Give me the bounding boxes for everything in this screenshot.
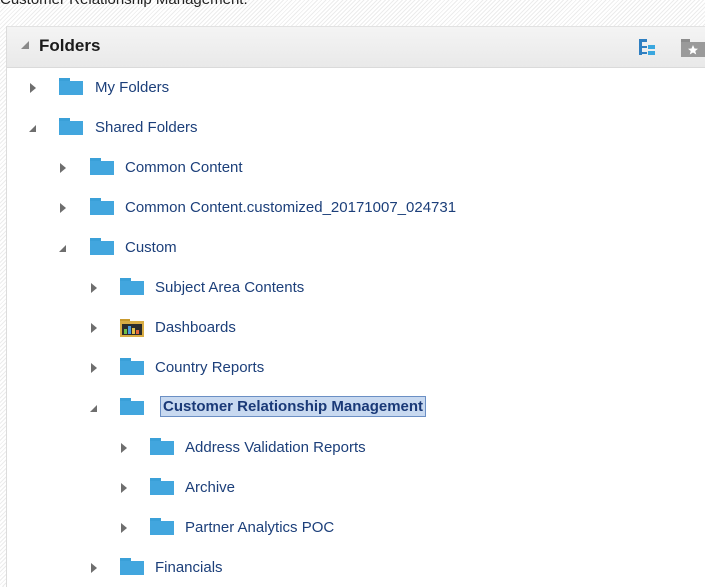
expand-arrow-icon[interactable] (88, 355, 102, 381)
expand-arrow-icon[interactable] (57, 195, 71, 221)
tree-item-label[interactable]: Partner Analytics POC (185, 519, 334, 536)
folder-icon (150, 438, 174, 455)
folders-panel-header: Folders (7, 27, 705, 68)
tree-item-label[interactable]: My Folders (95, 79, 169, 96)
expand-arrow-icon[interactable] (118, 435, 132, 461)
folder-icon (120, 358, 144, 375)
collapse-arrow-icon[interactable] (27, 115, 41, 141)
tree-item-label[interactable]: Financials (155, 559, 223, 576)
folder-icon (150, 518, 174, 535)
collapse-arrow-icon[interactable] (57, 235, 71, 261)
tree-item-label[interactable]: Common Content.customized_20171007_02473… (125, 199, 456, 216)
folder-icon (90, 198, 114, 215)
folders-panel: Folders My Folders Shared Folders Common… (6, 26, 705, 587)
folder-icon (120, 278, 144, 295)
tree-item-label[interactable]: Common Content (125, 159, 243, 176)
expand-arrow-icon[interactable] (88, 315, 102, 341)
folder-icon (120, 558, 144, 575)
tree-item-label[interactable]: Country Reports (155, 359, 264, 376)
expand-arrow-icon[interactable] (57, 155, 71, 181)
collapse-arrow-icon[interactable] (88, 395, 102, 421)
tree-item-label-selected[interactable]: Customer Relationship Management (160, 396, 427, 417)
expand-arrow-icon[interactable] (88, 555, 102, 581)
tree-view-icon[interactable] (637, 37, 657, 57)
tree-item-label[interactable]: Subject Area Contents (155, 279, 304, 296)
folder-icon (120, 398, 144, 415)
folder-icon (150, 478, 174, 495)
dashboard-folder-icon (120, 319, 144, 337)
page-caption: Customer Relationship Management. (0, 0, 248, 8)
folder-icon (90, 238, 114, 255)
expand-arrow-icon[interactable] (118, 515, 132, 541)
folder-icon (59, 78, 83, 95)
expand-arrow-icon[interactable] (118, 475, 132, 501)
tree-item-label[interactable]: Archive (185, 479, 235, 496)
tree-item-label[interactable]: Address Validation Reports (185, 439, 366, 456)
favorites-folder-icon[interactable] (681, 39, 705, 57)
collapse-panel-icon[interactable] (21, 41, 29, 49)
tree-item-label[interactable]: Custom (125, 239, 177, 256)
tree-item-label[interactable]: Shared Folders (95, 119, 198, 136)
folder-icon (90, 158, 114, 175)
expand-arrow-icon[interactable] (88, 275, 102, 301)
expand-arrow-icon[interactable] (27, 75, 41, 101)
folder-icon (59, 118, 83, 135)
panel-title: Folders (39, 36, 101, 55)
tree-item-label[interactable]: Dashboards (155, 319, 236, 336)
